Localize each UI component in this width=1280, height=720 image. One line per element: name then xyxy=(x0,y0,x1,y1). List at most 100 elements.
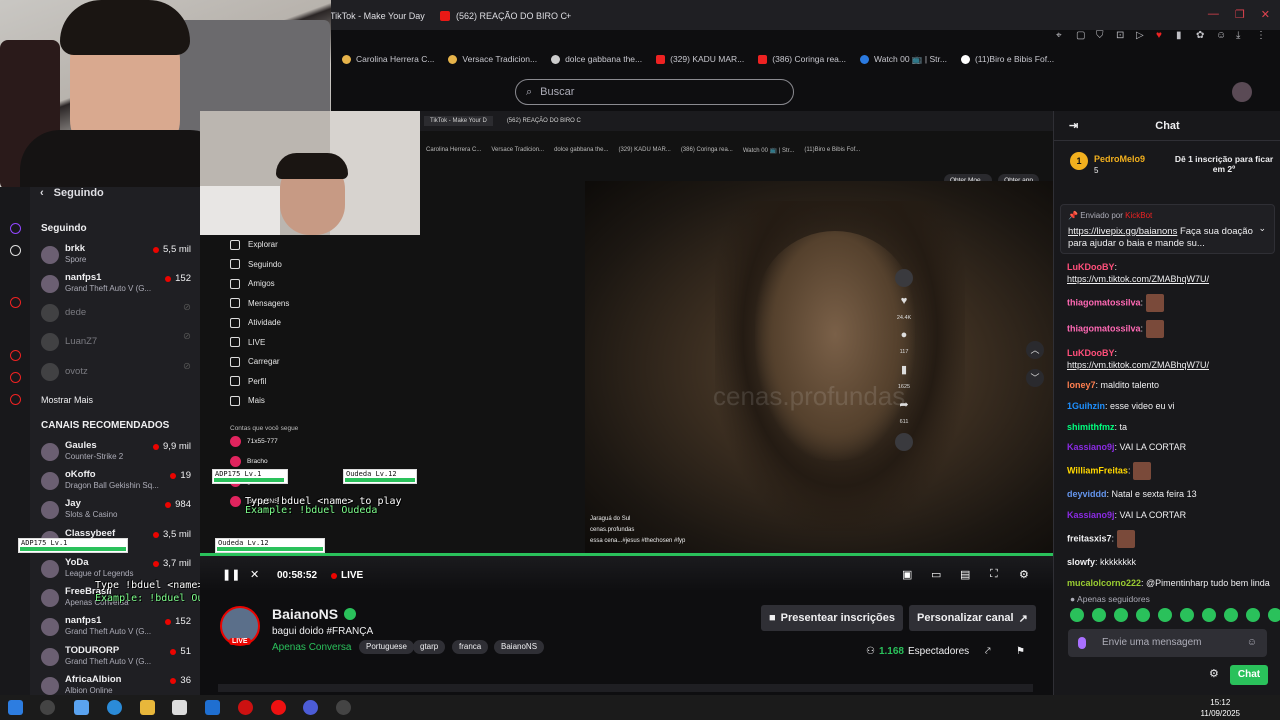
sidebar-channel[interactable]: nanfps1 Grand Theft Auto V (G... 152 xyxy=(41,272,191,298)
emote-icon[interactable] xyxy=(1246,608,1260,622)
new-tab-button[interactable]: + xyxy=(566,6,571,26)
maximize-icon[interactable]: ❐ xyxy=(1235,8,1245,21)
sidebar-channel[interactable]: Jay Slots & Casino 984 xyxy=(41,498,191,524)
chat-icon[interactable] xyxy=(10,372,21,383)
circle-icon[interactable] xyxy=(10,297,21,308)
file-explorer-icon[interactable] xyxy=(140,700,155,715)
search-icon[interactable] xyxy=(40,700,55,715)
bookmark-item[interactable]: Versace Tradicion... xyxy=(448,54,537,64)
download-icon[interactable]: ⤓ xyxy=(1236,30,1246,41)
mute-icon[interactable]: ✕ xyxy=(250,568,259,581)
edge-icon[interactable] xyxy=(107,700,122,715)
emote-icon[interactable] xyxy=(1114,608,1128,622)
emote-icon[interactable] xyxy=(1180,608,1194,622)
emote-icon[interactable] xyxy=(1202,608,1216,622)
minimize-icon[interactable]: — xyxy=(1208,8,1219,21)
pinned-message[interactable]: 📌 Enviado por KickBot https://livepix.gg… xyxy=(1060,204,1275,254)
theater-mode-icon[interactable]: ▭ xyxy=(931,568,941,581)
sidebar-channel[interactable]: LuanZ7 ⊘ xyxy=(41,330,191,356)
twitch-icon[interactable] xyxy=(10,223,21,234)
extensions-icon[interactable]: ✿ xyxy=(1196,30,1206,41)
chat-message: freitasxis7: xyxy=(1067,529,1275,548)
tab-youtube[interactable]: (562) REAÇÃO DO BIRO C xyxy=(440,6,567,26)
bookmark-item[interactable]: Carolina Herrera C... xyxy=(342,54,434,64)
chevron-left-icon: ‹ xyxy=(40,187,44,199)
shield-icon[interactable]: ⛉ xyxy=(1096,30,1106,41)
chat-send-button[interactable]: Chat xyxy=(1230,665,1268,685)
tag[interactable]: franca xyxy=(452,640,489,654)
video-watermark: cenas.profundas xyxy=(713,381,906,411)
tag[interactable]: Portuguese xyxy=(359,640,414,654)
system-clock[interactable]: 15:12 11/09/2025 xyxy=(1201,697,1240,719)
emote-icon[interactable] xyxy=(1092,608,1106,622)
outlook-icon[interactable] xyxy=(205,700,220,715)
store-icon[interactable] xyxy=(172,700,187,715)
sidebar-channel[interactable]: TODURORP Grand Theft Auto V (G... 51 xyxy=(41,645,191,671)
sidebar-channel[interactable]: oKoffo Dragon Ball Gekishin Sq... 19 xyxy=(41,469,191,495)
bookmark-item[interactable]: (386) Coringa rea... xyxy=(758,54,846,64)
bookmark-icon[interactable]: ▮ xyxy=(1176,30,1186,41)
cast-icon[interactable]: ⊡ xyxy=(1116,30,1126,41)
sub-leaderboard[interactable]: 1 PedroMelo9 5 Dê 1 inscrição para ficar… xyxy=(1070,152,1273,186)
sidebar-channel[interactable]: Gaules Counter-Strike 2 9,9 mil xyxy=(41,440,191,466)
pin-icon[interactable]: ⌖ xyxy=(1056,30,1066,41)
emote-icon[interactable] xyxy=(1224,608,1238,622)
report-icon[interactable]: ⚑ xyxy=(1016,646,1025,657)
fullscreen-icon[interactable]: ⛶ xyxy=(990,568,998,581)
show-more-link[interactable]: Mostrar Mais xyxy=(41,395,93,405)
discord-icon[interactable] xyxy=(303,700,318,715)
x-icon[interactable] xyxy=(10,245,21,256)
pause-icon[interactable]: ❚❚ xyxy=(222,568,240,581)
app-icon[interactable] xyxy=(238,700,253,715)
miniplayer-icon[interactable]: ▤ xyxy=(960,568,970,581)
tag[interactable]: BaianoNS xyxy=(494,640,545,654)
gift-subs-button[interactable]: ■ Presentear inscrições xyxy=(761,605,904,631)
search-input[interactable]: ⌕ Buscar xyxy=(515,79,794,105)
bookmark-item[interactable]: Watch 00 📺 | Str... xyxy=(859,54,947,65)
heart-icon[interactable]: ♥ xyxy=(1156,30,1166,41)
settings-gear-icon[interactable]: ⚙ xyxy=(1019,568,1029,581)
chat-settings-icon[interactable]: ⚙ xyxy=(1209,667,1219,680)
sidebar-channel[interactable]: nanfps1 Grand Theft Auto V (G... 152 xyxy=(41,615,191,641)
emote-icon[interactable] xyxy=(1070,608,1084,622)
horizontal-scrollbar[interactable] xyxy=(218,684,1033,692)
obs-icon[interactable] xyxy=(336,700,351,715)
circle-icon[interactable] xyxy=(10,350,21,361)
close-icon[interactable]: ✕ xyxy=(1261,8,1270,21)
live-indicator: LIVE xyxy=(331,570,363,581)
clip-icon[interactable]: ▣ xyxy=(902,568,912,581)
sidebar-channel[interactable]: ovotz ⊘ xyxy=(41,360,191,386)
chat-message: thiagomatossilva: xyxy=(1067,293,1275,312)
streamer-name[interactable]: BaianoNS xyxy=(272,606,357,622)
emote-icon[interactable] xyxy=(1268,608,1280,622)
windows-start-icon[interactable] xyxy=(8,700,23,715)
stream-category-link[interactable]: Apenas Conversa xyxy=(272,642,352,653)
sidebar-header[interactable]: ‹ Seguindo xyxy=(40,187,104,199)
emote-icon[interactable] xyxy=(1158,608,1172,622)
settings-icon[interactable] xyxy=(10,394,21,405)
bookmark-item[interactable]: (11)Biro e Bibis Fof... xyxy=(960,54,1054,64)
pinned-link[interactable]: https://livepix.gg/baianons xyxy=(1068,226,1177,237)
sidebar-channel[interactable]: dede ⊘ xyxy=(41,301,191,327)
chevron-down-icon[interactable]: ⌄ xyxy=(1258,223,1266,234)
collapse-icon[interactable]: ⇥ xyxy=(1069,111,1078,141)
emote-picker-icon[interactable]: ☺ xyxy=(1247,629,1257,657)
play-icon[interactable]: ▷ xyxy=(1136,30,1146,41)
bookmark-item[interactable]: (329) KADU MAR... xyxy=(656,54,744,64)
customize-channel-button[interactable]: Personalizar canal ↗ xyxy=(909,605,1036,631)
tag[interactable]: gtarp xyxy=(413,640,446,654)
chat-message-input[interactable]: Envie uma mensagem ☺ xyxy=(1068,629,1267,657)
bookmark-item[interactable]: dolce gabbana the... xyxy=(551,54,642,64)
user-avatar[interactable] xyxy=(1232,82,1252,102)
tab-tiktok[interactable]: TikTok - Make Your Day xyxy=(330,6,425,26)
screenshot-icon[interactable]: ▢ xyxy=(1076,30,1086,41)
emote-icon[interactable] xyxy=(1136,608,1150,622)
menu-icon[interactable]: ⋮ xyxy=(1256,30,1266,41)
sidebar-channel[interactable]: brkk Spore 5,5 mil xyxy=(41,243,191,269)
live-dot-icon xyxy=(165,275,172,282)
bits-icon[interactable] xyxy=(1078,637,1086,649)
share-icon[interactable]: ⤤ xyxy=(985,646,991,657)
profile-icon[interactable]: ☺ xyxy=(1216,30,1226,41)
copilot-icon[interactable] xyxy=(74,700,89,715)
opera-gx-icon[interactable] xyxy=(271,700,286,715)
